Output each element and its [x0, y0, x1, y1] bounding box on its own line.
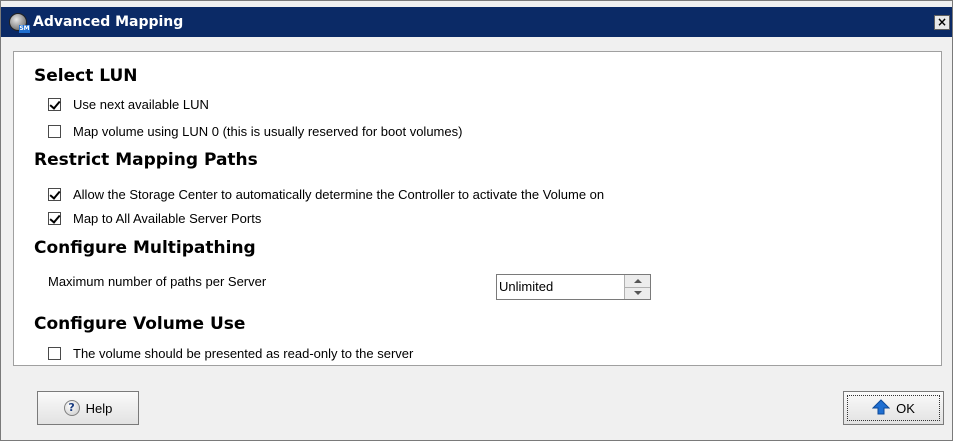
auto-controller-checkbox[interactable]	[48, 187, 61, 201]
map-all-ports-checkbox[interactable]	[48, 211, 61, 225]
map-all-ports-label: Map to All Available Server Ports	[73, 210, 262, 226]
read-only-checkbox[interactable]	[48, 346, 61, 360]
read-only-label: The volume should be presented as read-o…	[73, 345, 414, 361]
focus-ring	[847, 395, 940, 421]
help-button-label: Help	[85, 400, 113, 416]
map-lun0-label: Map volume using LUN 0 (this is usually …	[73, 123, 463, 139]
section-title-configure-volume-use: Configure Volume Use	[34, 314, 246, 334]
map-lun0-option[interactable]: Map volume using LUN 0 (this is usually …	[48, 123, 462, 139]
spinner-arrows	[624, 275, 650, 299]
help-button[interactable]: ? Help	[37, 391, 139, 425]
advanced-mapping-dialog: SM Advanced Mapping × Select LUN Use nex…	[0, 0, 953, 441]
ok-button[interactable]: OK	[843, 391, 944, 425]
max-paths-spinner[interactable]: Unlimited	[496, 274, 651, 300]
title-bar: SM Advanced Mapping ×	[1, 7, 952, 37]
section-title-restrict-mapping-paths: Restrict Mapping Paths	[34, 150, 258, 170]
section-title-select-lun: Select LUN	[34, 66, 138, 86]
auto-controller-label: Allow the Storage Center to automaticall…	[73, 186, 605, 202]
use-next-available-lun-option[interactable]: Use next available LUN	[48, 96, 209, 112]
help-icon: ?	[63, 400, 80, 416]
options-panel: Select LUN Use next available LUN Map vo…	[13, 51, 942, 366]
chevron-down-icon	[633, 291, 642, 296]
close-icon[interactable]: ×	[934, 15, 950, 30]
use-next-available-lun-checkbox[interactable]	[48, 97, 61, 111]
storage-manager-icon: SM	[9, 13, 30, 33]
read-only-option[interactable]: The volume should be presented as read-o…	[48, 345, 413, 361]
window-title: Advanced Mapping	[33, 14, 184, 30]
use-next-available-lun-label: Use next available LUN	[73, 96, 209, 112]
chevron-up-icon	[633, 278, 642, 283]
auto-controller-option[interactable]: Allow the Storage Center to automaticall…	[48, 186, 604, 202]
max-paths-label: Maximum number of paths per Server	[48, 274, 267, 289]
max-paths-value[interactable]: Unlimited	[497, 275, 624, 299]
app-icon-badge: SM	[19, 25, 30, 33]
map-lun0-checkbox[interactable]	[48, 124, 61, 138]
spinner-down-button[interactable]	[625, 288, 650, 300]
spinner-up-button[interactable]	[625, 275, 650, 288]
section-title-configure-multipathing: Configure Multipathing	[34, 238, 256, 258]
map-all-ports-option[interactable]: Map to All Available Server Ports	[48, 210, 261, 226]
